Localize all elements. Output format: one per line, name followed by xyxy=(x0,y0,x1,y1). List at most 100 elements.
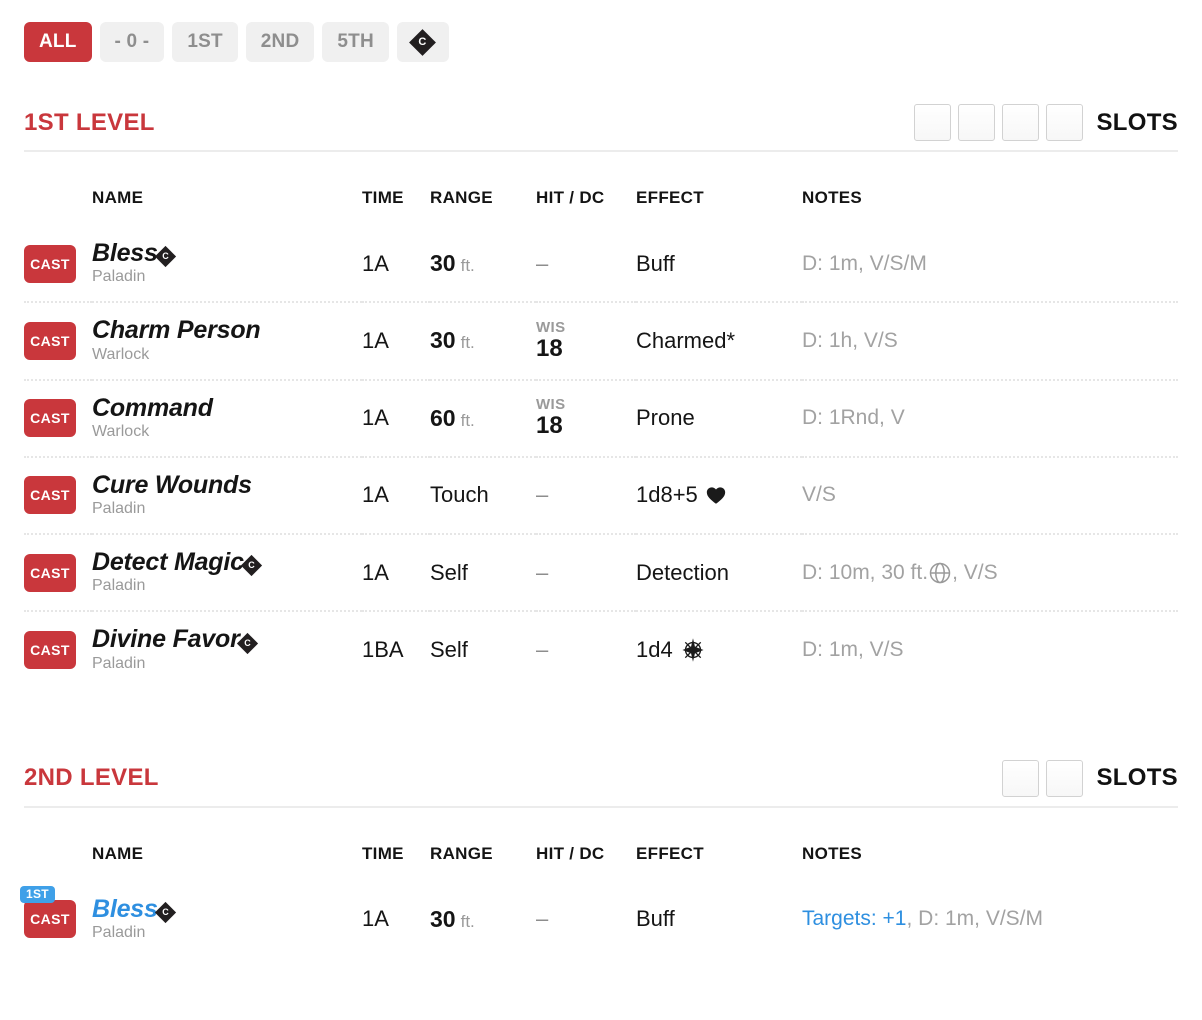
filter-5th[interactable]: 5TH xyxy=(322,22,389,62)
spell-slots-group: SLOTS xyxy=(1002,759,1178,797)
filter-label: 5TH xyxy=(337,31,374,52)
cast-button-label: CAST xyxy=(30,564,70,581)
spell-row[interactable]: 1ST CAST Bless C Paladin 1A 30 ft. – Buff Targets:… xyxy=(20,882,1178,957)
spell-row[interactable]: CAST Bless C Paladin 1A 30 ft. – Buff D: 1m, V/S/… xyxy=(24,226,1178,302)
range-cell: 60 ft. xyxy=(430,378,536,457)
spell-name[interactable]: Bless xyxy=(92,239,158,267)
filter-cantrip[interactable]: - 0 - xyxy=(99,22,165,62)
cast-button[interactable]: CAST xyxy=(24,553,76,592)
filter-label: 2ND xyxy=(260,31,300,52)
hit-dc-none: – xyxy=(536,250,549,276)
concentration-letter: C xyxy=(248,560,255,571)
sphere-area-icon xyxy=(928,561,952,585)
notes-text: D: 1h, V/S xyxy=(802,328,898,352)
spell-name[interactable]: Charm Person xyxy=(92,316,261,344)
cast-time-value: 1A xyxy=(362,250,389,276)
heart-icon xyxy=(705,484,727,506)
cast-button[interactable]: CAST xyxy=(24,244,76,283)
level-title: 1ST LEVEL xyxy=(24,108,155,136)
spell-slot-checkbox[interactable] xyxy=(914,104,952,141)
range-value: 30 xyxy=(430,905,456,932)
effect-value: Prone xyxy=(636,405,695,431)
notes-cell: D: 1Rnd, V xyxy=(802,378,1178,457)
level-header: 2ND LEVEL SLOTS xyxy=(24,759,1178,808)
effect-wrap: Prone xyxy=(636,405,802,431)
effect-cell: 1d8+5 xyxy=(636,455,802,534)
name-column-header: NAME xyxy=(92,188,144,207)
spell-slot-checkbox[interactable] xyxy=(1046,104,1084,141)
time-cell: 1A xyxy=(362,882,430,957)
spell-slot-checkbox[interactable] xyxy=(1046,759,1084,797)
notes-text: D: 1m, V/S xyxy=(802,637,904,661)
spell-name[interactable]: Cure Wounds xyxy=(92,471,252,499)
time-cell: 1BA xyxy=(362,610,430,688)
notes-wrap: Targets: +1, D: 1m, V/S/M xyxy=(802,907,1178,931)
hit-dc-column-header: HIT / DC xyxy=(536,843,605,863)
concentration-letter: C xyxy=(161,906,169,917)
cast-button[interactable]: 1ST CAST xyxy=(20,886,76,939)
cast-button[interactable]: CAST xyxy=(24,399,76,438)
hit-dc-none: – xyxy=(536,482,549,508)
concentration-letter: C xyxy=(243,637,251,648)
spell-name[interactable]: Divine Favor xyxy=(92,625,240,653)
effect-value: Buff xyxy=(636,250,675,276)
spell-name-line: Charm Person xyxy=(92,317,362,343)
spell-row[interactable]: CAST Detect Magic C Paladin 1A Self – Detection… xyxy=(24,532,1178,612)
cast-time-value: 1A xyxy=(362,405,389,431)
name-cell: Cure Wounds Paladin xyxy=(92,455,362,534)
filter-all[interactable]: ALL xyxy=(24,22,92,62)
cast-button-label: CAST xyxy=(30,911,70,928)
cast-button[interactable]: CAST xyxy=(24,321,76,360)
cast-time-value: 1A xyxy=(362,482,389,508)
hit-dc-cell: – xyxy=(536,532,636,612)
notes-wrap: V/S xyxy=(802,483,1178,507)
hit-dc-none: – xyxy=(536,906,549,932)
spell-slot-checkbox[interactable] xyxy=(1002,104,1040,141)
range-cell: 30 ft. xyxy=(430,226,536,302)
cast-time-value: 1A xyxy=(362,906,389,932)
notes-column-header: NOTES xyxy=(802,843,863,863)
filter-label: ALL xyxy=(39,31,77,52)
spell-name[interactable]: Detect Magic xyxy=(92,548,244,576)
notes-wrap: D: 1m, V/S/M xyxy=(802,252,1178,276)
spell-row[interactable]: CAST Divine Favor C Paladin 1BA Self –1d4 D: 1m… xyxy=(24,610,1178,688)
cast-column-header xyxy=(24,808,92,882)
spell-row[interactable]: CAST Command Warlock 1A 60 ft. WIS 18 Prone D: 1R… xyxy=(24,378,1178,457)
spell-name-line: Detect Magic C xyxy=(92,548,362,577)
cast-cell: CAST xyxy=(24,301,92,380)
concentration-diamond-icon: C xyxy=(409,28,437,56)
name-cell: Command Warlock xyxy=(92,378,362,457)
upcast-level-badge: 1ST xyxy=(20,886,55,904)
notes-text: D: 1m, V/S/M xyxy=(802,251,927,275)
cast-cell: CAST xyxy=(24,226,92,302)
radiant-damage-icon xyxy=(680,637,706,663)
notes-cell: D: 10m, 30 ft. , V/S xyxy=(802,532,1178,612)
spell-name[interactable]: Bless xyxy=(92,895,158,923)
effect-wrap: Buff xyxy=(636,906,802,932)
effect-wrap: Detection xyxy=(636,560,802,586)
spell-slot-checkbox[interactable] xyxy=(1002,759,1040,797)
filter-concentration[interactable]: C xyxy=(396,22,449,62)
time-cell: 1A xyxy=(362,378,430,457)
range-cell: Touch xyxy=(430,455,536,534)
spell-name[interactable]: Command xyxy=(92,394,213,422)
range-unit: ft. xyxy=(460,410,475,430)
range-value: Touch xyxy=(430,482,489,508)
range-unit: ft. xyxy=(460,256,475,276)
spell-row[interactable]: CAST Charm Person Warlock 1A 30 ft. WIS 18 Charm… xyxy=(24,301,1178,380)
hit-dc-cell: WIS 18 xyxy=(536,378,636,457)
notes-wrap: D: 10m, 30 ft. , V/S xyxy=(802,561,1178,585)
filter-1st[interactable]: 1ST xyxy=(172,22,238,62)
cast-button[interactable]: CAST xyxy=(24,630,76,669)
filter-2nd[interactable]: 2ND xyxy=(245,22,315,62)
spell-name-line: Cure Wounds xyxy=(92,472,362,498)
cast-cell: CAST xyxy=(24,532,92,612)
spell-source-class: Paladin xyxy=(92,923,146,941)
cast-button[interactable]: CAST xyxy=(24,476,76,515)
spell-row[interactable]: CAST Cure Wounds Paladin 1A Touch – 1d8+5 V/S xyxy=(24,455,1178,534)
cast-button-label: CAST xyxy=(30,641,70,658)
spell-name-line: Bless C xyxy=(92,895,362,923)
spell-slot-checkbox[interactable] xyxy=(958,104,996,141)
notes-cell: Targets: +1, D: 1m, V/S/M xyxy=(802,882,1178,957)
name-cell: Divine Favor C Paladin xyxy=(92,610,362,688)
